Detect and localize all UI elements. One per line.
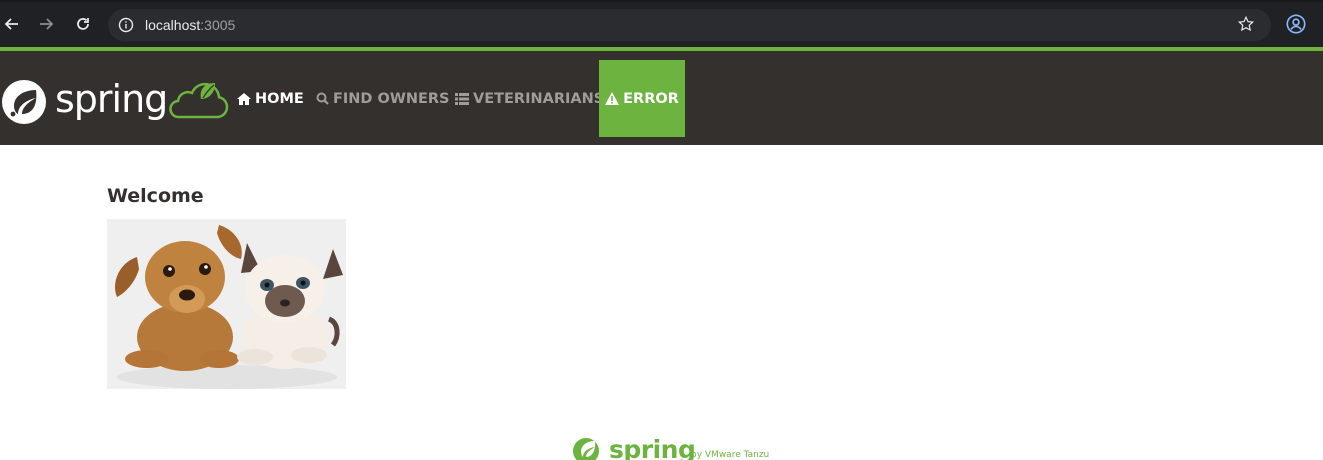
address-bar[interactable]: localhost:3005 <box>108 9 1271 41</box>
footer-spring-leaf-icon <box>573 438 599 460</box>
pets-photo <box>107 219 346 389</box>
spring-leaf-icon <box>2 80 46 124</box>
profile-icon[interactable] <box>1285 13 1307 40</box>
back-icon[interactable] <box>0 12 24 36</box>
warning-icon <box>605 92 620 105</box>
nav-veterinarians-label: VETERINARIANS <box>473 90 605 107</box>
page-title: Welcome <box>107 185 204 207</box>
footer-logo: spring by VMware Tanzu <box>571 435 781 460</box>
search-icon <box>316 92 329 105</box>
list-icon <box>455 92 469 105</box>
forward-icon[interactable] <box>34 12 58 36</box>
pets-illustration <box>107 219 346 389</box>
nav-home-label: HOME <box>255 90 304 107</box>
brand-logo[interactable]: spring <box>0 75 230 125</box>
url-host: localhost <box>145 17 201 33</box>
nav-veterinarians[interactable]: VETERINARIANS <box>455 60 604 137</box>
nav-error[interactable]: ERROR <box>599 60 685 137</box>
cloud-leaf-icon <box>169 82 229 119</box>
home-icon <box>237 92 251 105</box>
footer-tagline: by VMware Tanzu <box>691 450 770 460</box>
brand-name: spring <box>55 77 168 121</box>
url-port: :3005 <box>200 17 236 33</box>
bookmark-star-icon[interactable] <box>1237 15 1255 38</box>
footer-brand: spring <box>609 435 696 460</box>
nav-find-owners[interactable]: FIND OWNERS <box>316 60 450 137</box>
nav-error-label: ERROR <box>623 90 679 107</box>
nav-find-owners-label: FIND OWNERS <box>333 90 450 107</box>
reload-icon[interactable] <box>71 12 95 36</box>
nav-home[interactable]: HOME <box>237 60 304 137</box>
url-text: localhost:3005 <box>145 17 235 33</box>
browser-toolbar: localhost:3005 <box>0 0 1323 47</box>
main-navbar: spring HOME FIND OWNERS VETERINARIANS ER… <box>0 51 1323 145</box>
site-info-icon[interactable] <box>118 17 134 38</box>
